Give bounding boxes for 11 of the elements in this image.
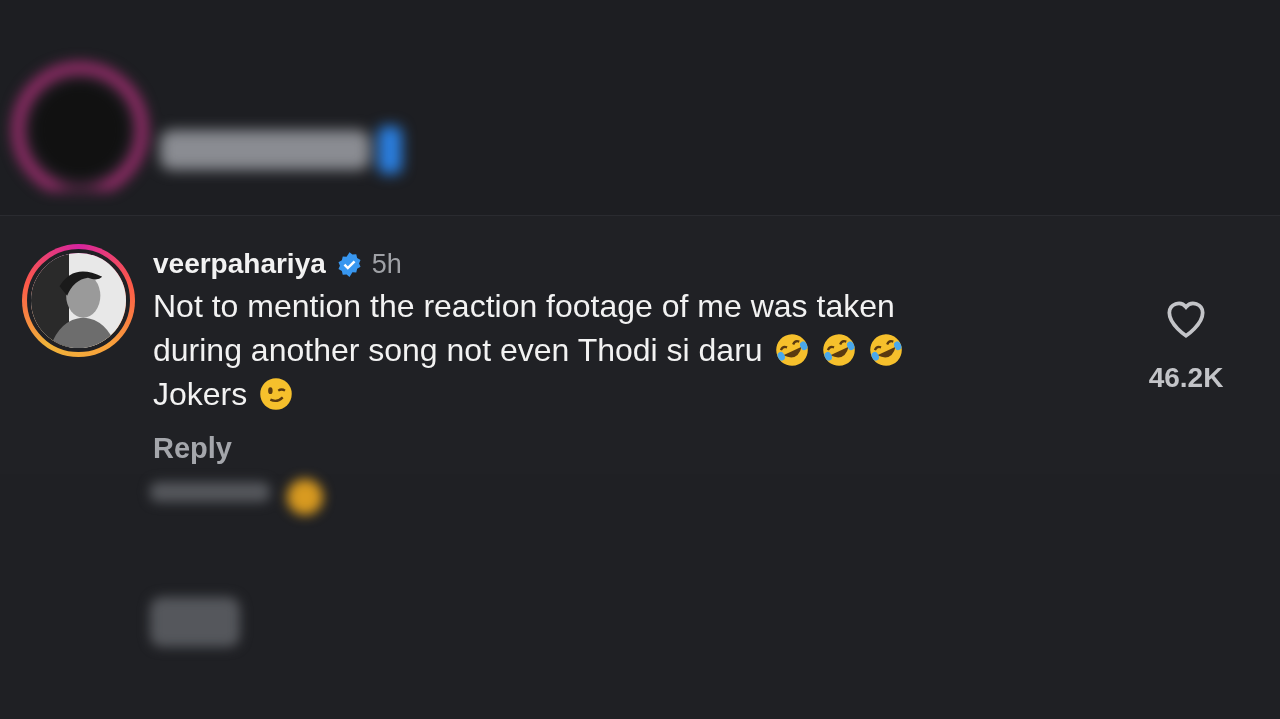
comment-text: Not to mention the reaction footage of me was taken	[153, 287, 895, 325]
laughing-emoji-icon	[867, 332, 904, 368]
laughing-emoji-icon	[820, 332, 857, 368]
like-count: 46.2K	[1148, 362, 1224, 394]
comment-text: during another song not even Thodi si daru	[153, 331, 763, 369]
username[interactable]: veerpahariya	[153, 248, 326, 280]
reply-button[interactable]: Reply	[153, 432, 232, 465]
comment-text: Jokers	[153, 375, 248, 413]
laughing-emoji-icon	[773, 332, 810, 368]
comment-time: 5h	[371, 248, 402, 280]
winking-emoji-icon	[258, 376, 295, 412]
